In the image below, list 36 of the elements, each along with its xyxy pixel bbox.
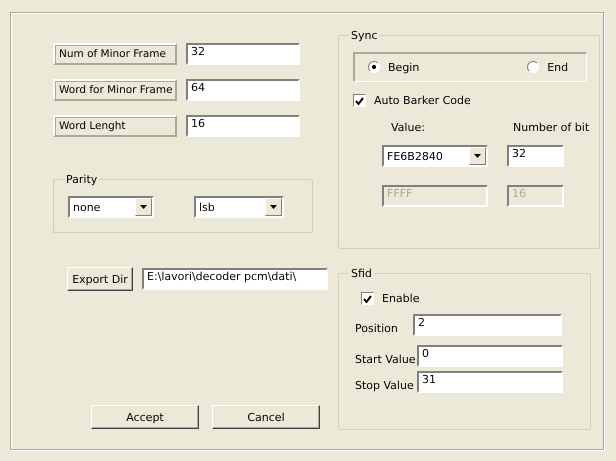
group-title: Parity <box>65 173 98 186</box>
dialog-button[interactable]: Cancel <box>212 405 320 429</box>
input-field[interactable]: 32 <box>186 43 300 65</box>
checkbox-label: Auto Barker Code <box>374 94 471 107</box>
input-field[interactable]: 64 <box>186 79 300 101</box>
radio-button[interactable] <box>368 61 380 73</box>
checkbox[interactable] <box>361 292 374 305</box>
column-heading: Value: <box>391 121 426 134</box>
checkbox-label: Enable <box>382 292 420 305</box>
input-field[interactable]: 31 <box>417 371 563 393</box>
dropdown-arrow-icon <box>474 154 481 158</box>
radio-label: Begin <box>388 60 420 74</box>
radio-button[interactable] <box>527 61 540 73</box>
dropdown[interactable]: none <box>68 196 154 218</box>
field-label: Stop Value <box>355 378 415 392</box>
field-label: Num of Minor Frame <box>53 43 177 65</box>
input-field[interactable]: E:\lavori\decoder pcm\dati\ <box>142 268 328 290</box>
input-field[interactable]: 0 <box>417 345 563 367</box>
group-title: Sync <box>350 29 379 42</box>
dropdown[interactable]: FE6B2840 <box>382 145 488 167</box>
radio-label: End <box>547 60 568 74</box>
group-title: Sfid <box>350 267 373 280</box>
dropdown[interactable]: lsb <box>194 196 284 218</box>
field-label: Word for Minor Frame <box>53 79 177 101</box>
field-label: Start Value <box>355 352 417 366</box>
dialog-button[interactable]: Accept <box>91 405 199 429</box>
field-label: Word Lenght <box>53 115 177 137</box>
column-heading: Number of bit <box>513 121 590 134</box>
input-field[interactable]: 32 <box>507 145 564 167</box>
dropdown-arrow-icon <box>270 205 277 209</box>
input-field[interactable]: 2 <box>413 314 562 336</box>
field-label: Position <box>355 322 399 334</box>
export-dir-button[interactable]: Export Dir <box>67 267 133 291</box>
dropdown-arrow-icon <box>140 205 147 209</box>
input-field[interactable]: 16 <box>186 115 300 137</box>
checkbox[interactable] <box>353 94 366 107</box>
